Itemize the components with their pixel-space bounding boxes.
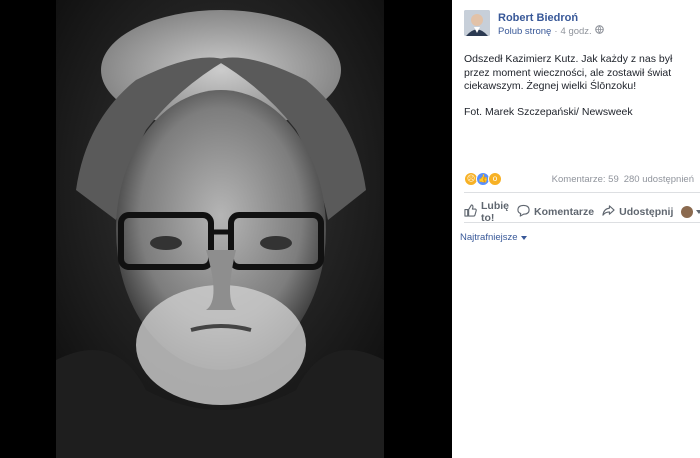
post-as-selector[interactable] [681, 206, 700, 218]
post-time[interactable]: 4 godz. [561, 25, 592, 39]
comment-button[interactable]: Komentarze [517, 204, 594, 220]
portrait-image [56, 0, 384, 458]
post-body: Odszedł Kazimierz Kutz. Jak każdy z nas … [464, 53, 673, 92]
share-button[interactable]: Udostępnij [602, 204, 673, 220]
globe-icon [594, 25, 604, 39]
comment-sort-dropdown[interactable]: Najtrafniejsze [460, 232, 527, 243]
thumbs-up-icon [464, 204, 477, 220]
post-text: Odszedł Kazimierz Kutz. Jak każdy z nas … [452, 39, 700, 119]
author-name[interactable]: Robert Biedroń [498, 11, 604, 25]
author-avatar[interactable] [464, 10, 490, 36]
share-icon [602, 204, 615, 220]
post-meta: Polub stronę · 4 godz. [498, 25, 604, 39]
wow-reaction-icon: o [488, 172, 502, 186]
photo-credit: Fot. Marek Szczepański/ Newsweek [464, 105, 633, 118]
divider [464, 222, 700, 223]
reaction-count[interactable]: 1,5 tys. [506, 172, 520, 195]
follow-page-link[interactable]: Polub stronę [498, 25, 551, 39]
shares-count[interactable]: 280 udostępnień [624, 174, 694, 185]
meta-separator: · [554, 26, 558, 37]
chevron-down-icon [520, 235, 527, 240]
reactions-summary[interactable]: ☹ 👍 o 1,5 tys. [464, 172, 520, 195]
photo-viewer: Robert Biedroń Polub stronę · 4 godz. Od… [0, 0, 700, 458]
comments-count[interactable]: Komentarze: 59 [552, 174, 619, 185]
comment-sort-label: Najtrafniejsze [460, 232, 518, 243]
post-photo[interactable] [56, 0, 384, 458]
action-bar: Lubię to! Komentarze Udostępnij [464, 200, 700, 224]
avatar-image [464, 10, 490, 36]
comment-icon [517, 204, 530, 220]
chevron-down-icon [696, 210, 700, 214]
share-label: Udostępnij [619, 206, 674, 218]
post-header: Robert Biedroń Polub stronę · 4 godz. [452, 0, 700, 39]
post-sidebar: Robert Biedroń Polub stronę · 4 godz. Od… [452, 0, 700, 458]
like-label: Lubię to! [481, 200, 509, 224]
divider [464, 192, 700, 193]
post-stats: ☹ 👍 o 1,5 tys. Komentarze: 59 280 udostę… [464, 172, 694, 195]
photo-area [0, 0, 452, 458]
like-button[interactable]: Lubię to! [464, 200, 509, 224]
profile-avatar-icon [681, 206, 694, 218]
comment-label: Komentarze [534, 206, 595, 218]
